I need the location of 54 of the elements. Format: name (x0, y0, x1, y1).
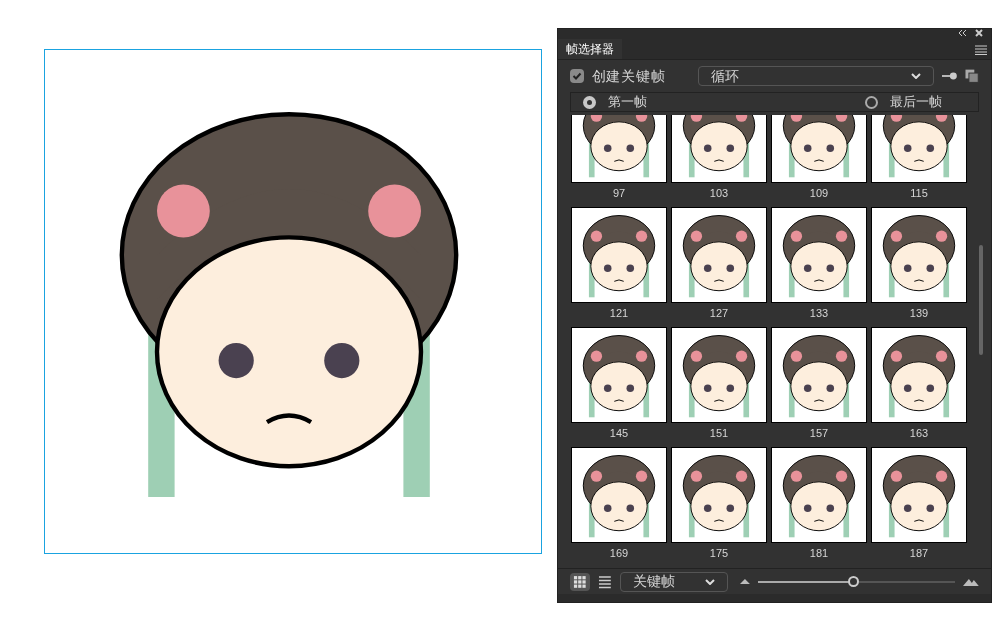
frame-number: 139 (909, 306, 929, 321)
slider-thumb[interactable] (847, 576, 859, 587)
frame-thumbnail[interactable] (871, 207, 967, 303)
size-slider-track[interactable] (758, 580, 956, 583)
frame-number: 115 (910, 186, 928, 201)
frame-thumbnail[interactable] (571, 115, 667, 183)
frame-thumbnail[interactable] (871, 327, 967, 423)
caret-icon (910, 73, 921, 79)
loop-dropdown[interactable]: 循环 (697, 66, 934, 86)
frame-number: 151 (709, 426, 729, 441)
frame-thumbnail[interactable] (871, 115, 967, 183)
frame-number: 163 (909, 426, 929, 441)
frame-thumbnail[interactable] (671, 327, 767, 423)
frame-number: 169 (609, 546, 629, 561)
frame-thumbnail[interactable] (871, 447, 967, 543)
frame-radio[interactable]: 第一帧 (583, 92, 647, 112)
small-mountain-icon (740, 579, 751, 584)
collapse-icon[interactable] (957, 29, 967, 37)
frame-number: 175 (709, 546, 729, 561)
frame-number: 103 (709, 186, 729, 201)
frame-radio[interactable]: 最后一帧 (865, 92, 942, 112)
copy-icon[interactable] (965, 69, 979, 83)
grid-view-icon[interactable] (570, 572, 590, 591)
frame-thumbnail[interactable] (771, 447, 867, 543)
scrollbar[interactable] (979, 245, 983, 355)
frame-thumbnail[interactable] (671, 207, 767, 303)
frame-number: 133 (809, 306, 829, 321)
frame-number: 127 (709, 306, 729, 321)
keyframe-label: 创建关键帧 (591, 66, 667, 86)
frame-thumbnail[interactable] (571, 447, 667, 543)
filter-dropdown[interactable]: 关键帧 (619, 571, 729, 592)
frame-number: 187 (909, 546, 929, 561)
frame-thumbnail[interactable] (671, 115, 767, 183)
keyframe-checkbox[interactable] (570, 69, 584, 83)
list-view-icon[interactable] (597, 574, 612, 589)
panel-tab[interactable]: 帧选择器 (558, 39, 622, 59)
frame-thumbnail[interactable] (571, 327, 667, 423)
resize-grip[interactable] (558, 594, 991, 602)
frame-number: 109 (809, 186, 829, 201)
frame-number: 157 (809, 426, 829, 441)
frame-number: 145 (609, 426, 629, 441)
frame-thumbnail[interactable] (571, 207, 667, 303)
menu-icon[interactable] (975, 45, 987, 55)
frame-thumbnail[interactable] (771, 207, 867, 303)
caret-icon (705, 578, 716, 585)
frame-number: 181 (809, 546, 829, 561)
frame-thumbnail[interactable] (771, 115, 867, 183)
frame-thumbnail[interactable] (671, 447, 767, 543)
close-icon[interactable] (975, 29, 983, 37)
frame-thumbnail[interactable] (771, 327, 867, 423)
large-mountain-icon (963, 577, 979, 586)
frame-number: 121 (609, 306, 629, 321)
pin-icon[interactable] (941, 71, 958, 81)
frame-number: 97 (612, 186, 626, 201)
